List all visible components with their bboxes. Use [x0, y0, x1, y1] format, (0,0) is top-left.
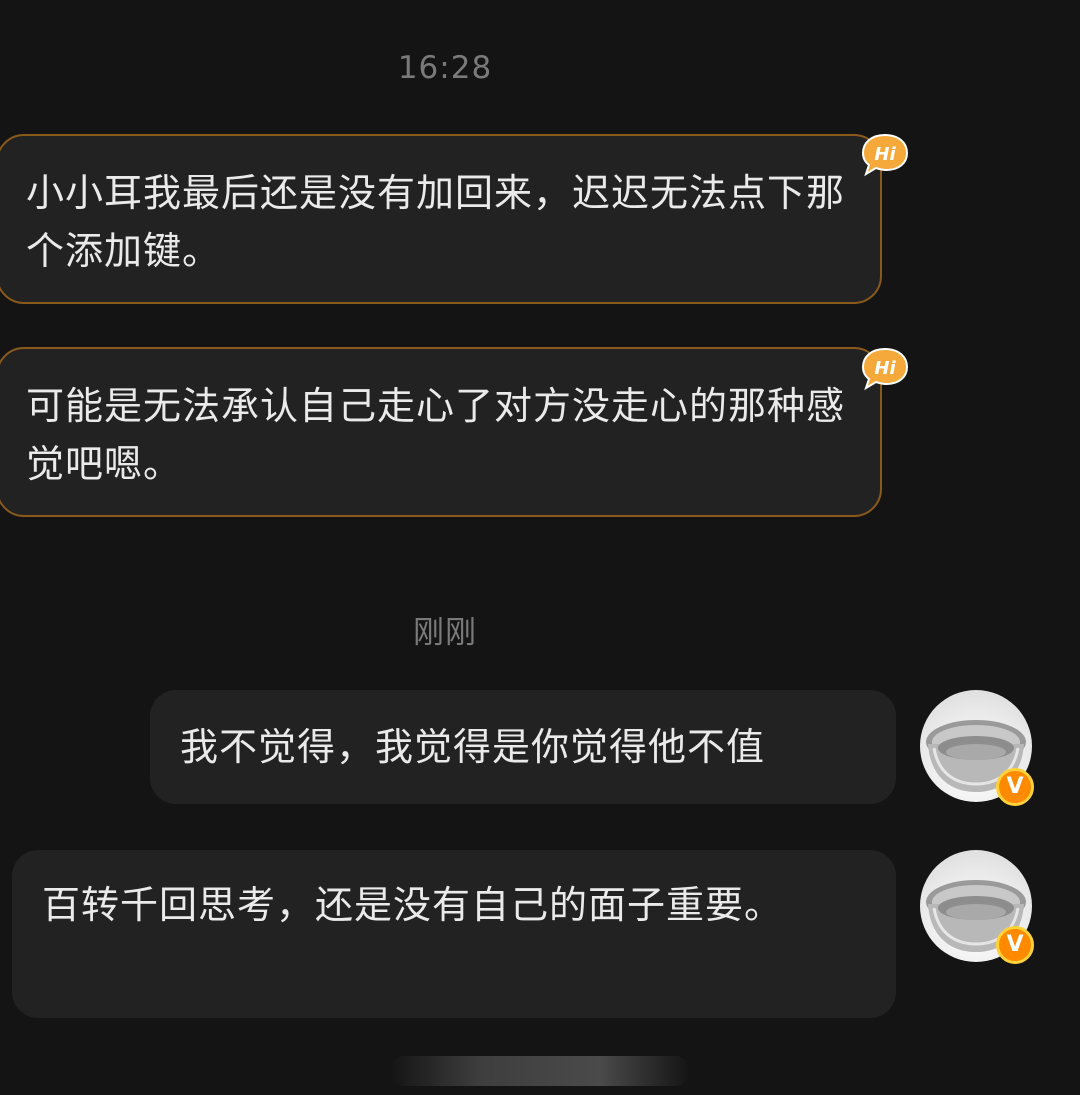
message-text: 可能是无法承认自己走心了对方没走心的那种感觉吧嗯。: [26, 384, 846, 486]
svg-text:Hi: Hi: [874, 358, 896, 379]
hi-badge-icon: Hi: [860, 346, 910, 392]
vip-badge-icon: V: [996, 926, 1034, 964]
message-text: 我不觉得，我觉得是你觉得他不值: [180, 725, 766, 769]
svg-text:Hi: Hi: [874, 144, 896, 165]
vip-badge-icon: V: [996, 768, 1034, 806]
timestamp: 16:28: [397, 50, 493, 86]
message-bubble-outgoing[interactable]: 我不觉得，我觉得是你觉得他不值: [150, 690, 896, 804]
message-bubble-incoming[interactable]: 小小耳我最后还是没有加回来，迟迟无法点下那个添加键。: [0, 134, 882, 304]
message-bubble-outgoing[interactable]: 百转千回思考，还是没有自己的面子重要。: [12, 850, 896, 1018]
message-text: 百转千回思考，还是没有自己的面子重要。: [42, 883, 784, 927]
home-indicator[interactable]: [390, 1056, 690, 1086]
timestamp: 刚刚: [413, 615, 477, 651]
message-text: 小小耳我最后还是没有加回来，迟迟无法点下那个添加键。: [26, 171, 846, 273]
message-bubble-incoming[interactable]: 可能是无法承认自己走心了对方没走心的那种感觉吧嗯。: [0, 347, 882, 517]
hi-badge-icon: Hi: [860, 132, 910, 178]
